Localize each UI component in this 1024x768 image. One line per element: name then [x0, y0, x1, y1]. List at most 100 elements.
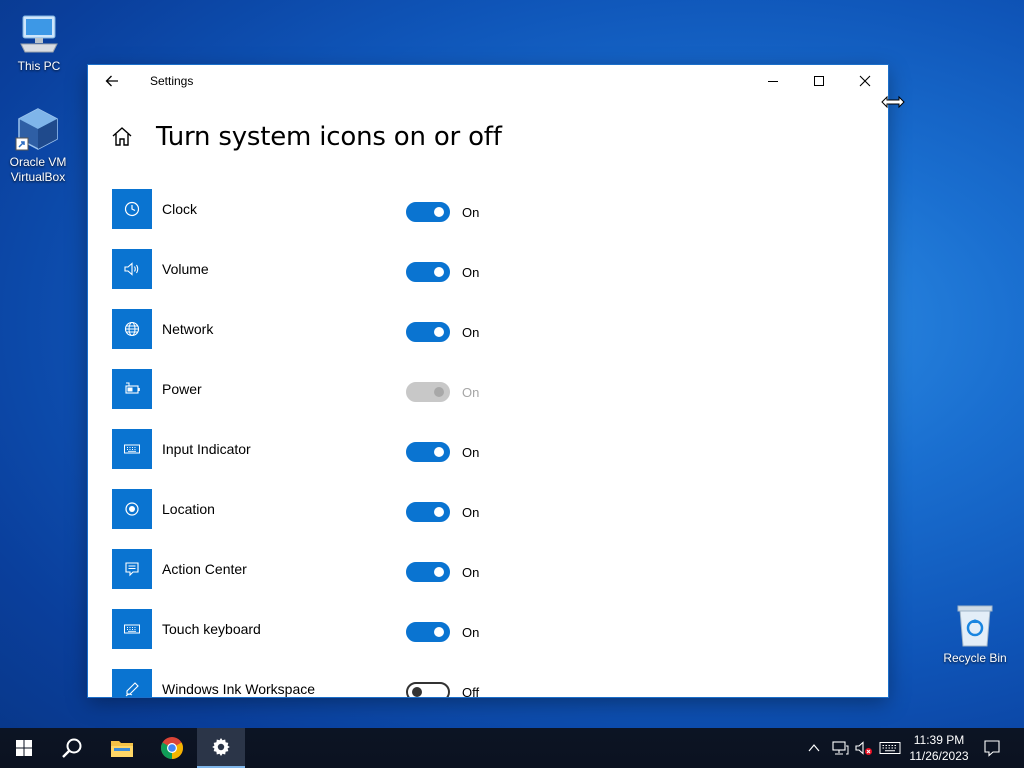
- home-icon[interactable]: [110, 125, 134, 149]
- virtualbox-icon: [15, 108, 58, 151]
- setting-row-touch-keyboard: Touch keyboard On: [112, 609, 872, 669]
- notifications-button[interactable]: [982, 739, 1002, 757]
- minimize-button[interactable]: [750, 65, 796, 97]
- power-toggle: [406, 382, 450, 402]
- close-button[interactable]: [842, 65, 888, 97]
- computer-icon: [20, 15, 58, 53]
- back-button[interactable]: [100, 71, 124, 91]
- clock-date: 11/26/2023: [909, 749, 969, 763]
- page-title: Turn system icons on or off: [156, 122, 502, 152]
- input-indicator-toggle[interactable]: [406, 442, 450, 462]
- network-toggle[interactable]: [406, 322, 450, 342]
- volume-tray-button[interactable]: [854, 739, 874, 757]
- volume-toggle[interactable]: [406, 262, 450, 282]
- setting-row-input-indicator: Input Indicator On: [112, 429, 872, 489]
- pen-icon: [125, 682, 139, 697]
- battery-icon: [125, 382, 140, 394]
- file-explorer-icon: [111, 741, 133, 757]
- settings-taskbar-button[interactable]: [197, 728, 245, 768]
- setting-label: Action Center: [162, 561, 247, 577]
- taskbar-clock[interactable]: 11:39 PM 11/26/2023: [900, 732, 978, 764]
- desktop-icon-label: Oracle VM: [9, 155, 67, 169]
- maximize-button[interactable]: [796, 65, 842, 97]
- toggle-knob: [434, 507, 444, 517]
- toggle-knob: [434, 267, 444, 277]
- setting-label: Clock: [162, 201, 198, 217]
- setting-row-volume: Volume On: [112, 249, 872, 309]
- setting-row-action-center: Action Center On: [112, 549, 872, 609]
- toggle-knob: [434, 447, 444, 457]
- setting-row-location: Location On: [112, 489, 872, 549]
- show-hidden-icons-button[interactable]: [806, 739, 822, 757]
- toggle-knob: [434, 207, 444, 217]
- toggle-knob: [434, 627, 444, 637]
- desktop-icon-label: This PC: [17, 59, 61, 73]
- touch-keyboard-icon: [124, 624, 140, 634]
- tile: [112, 309, 152, 349]
- toggle-state: On: [462, 325, 480, 340]
- toggle-knob: [434, 387, 444, 397]
- chrome-button[interactable]: [148, 728, 196, 768]
- system-icons-list: Clock On Volume On Network On Power On I…: [112, 189, 872, 697]
- clock-icon: [124, 201, 140, 217]
- setting-row-clock: Clock On: [112, 189, 872, 249]
- taskbar: 11:39 PM 11/26/2023: [0, 728, 1024, 768]
- action-center-toggle[interactable]: [406, 562, 450, 582]
- touch-keyboard-toggle[interactable]: [406, 622, 450, 642]
- toggle-state: On: [462, 625, 480, 640]
- tile: [112, 429, 152, 469]
- desktop-icon-this-pc[interactable]: This PC: [0, 12, 79, 74]
- keyboard-icon: [879, 742, 901, 754]
- window-title: Settings: [150, 74, 194, 88]
- setting-row-power: Power On: [112, 369, 872, 429]
- setting-label: Location: [162, 501, 215, 517]
- toggle-knob: [434, 567, 444, 577]
- network-tray-button[interactable]: [830, 739, 850, 757]
- recycle-bin-icon: [957, 605, 993, 647]
- setting-label: Power: [162, 381, 202, 397]
- tile: [112, 189, 152, 229]
- notification-icon: [984, 740, 1000, 757]
- toggle-state: On: [462, 385, 480, 400]
- desktop-icon-label: VirtualBox: [10, 170, 66, 184]
- setting-label: Input Indicator: [162, 441, 251, 457]
- toggle-knob: [412, 687, 422, 697]
- setting-label: Volume: [162, 261, 209, 277]
- tile: [112, 249, 152, 289]
- clock-toggle[interactable]: [406, 202, 450, 222]
- desktop-icon-label: Recycle Bin: [943, 651, 1007, 665]
- desktop-icon-virtualbox[interactable]: Oracle VM VirtualBox: [0, 106, 78, 185]
- toggle-state: Off: [462, 685, 480, 697]
- clock-time: 11:39 PM: [913, 733, 965, 747]
- input-indicator-tray-button[interactable]: [878, 739, 902, 757]
- network-tray-icon: [832, 741, 849, 755]
- action-center-icon: [125, 562, 139, 577]
- page-header: Turn system icons on or off: [110, 122, 502, 152]
- chrome-icon: [161, 737, 183, 759]
- location-toggle[interactable]: [406, 502, 450, 522]
- setting-label: Network: [162, 321, 214, 337]
- toggle-state: On: [462, 265, 480, 280]
- tile: [112, 609, 152, 649]
- minimize-icon: [768, 81, 778, 82]
- setting-label: Windows Ink Workspace: [162, 681, 316, 697]
- close-icon: [859, 75, 871, 87]
- volume-muted-icon: [855, 741, 872, 755]
- windows-ink-workspace-toggle[interactable]: [406, 682, 450, 697]
- start-button[interactable]: [0, 728, 48, 768]
- volume-icon: [124, 262, 139, 276]
- tile: [112, 489, 152, 529]
- keyboard-icon: [124, 444, 140, 454]
- chevron-up-icon: [808, 744, 820, 752]
- file-explorer-button[interactable]: [98, 728, 146, 768]
- toggle-state: On: [462, 445, 480, 460]
- start-icon: [16, 740, 32, 756]
- search-button[interactable]: [48, 728, 96, 768]
- settings-gear-icon: [212, 738, 230, 756]
- toggle-state: On: [462, 565, 480, 580]
- desktop-icon-recycle-bin[interactable]: Recycle Bin: [935, 602, 1015, 666]
- globe-icon: [124, 321, 140, 337]
- tile: [112, 549, 152, 589]
- title-bar[interactable]: Settings: [88, 65, 888, 97]
- setting-label: Touch keyboard: [162, 621, 261, 637]
